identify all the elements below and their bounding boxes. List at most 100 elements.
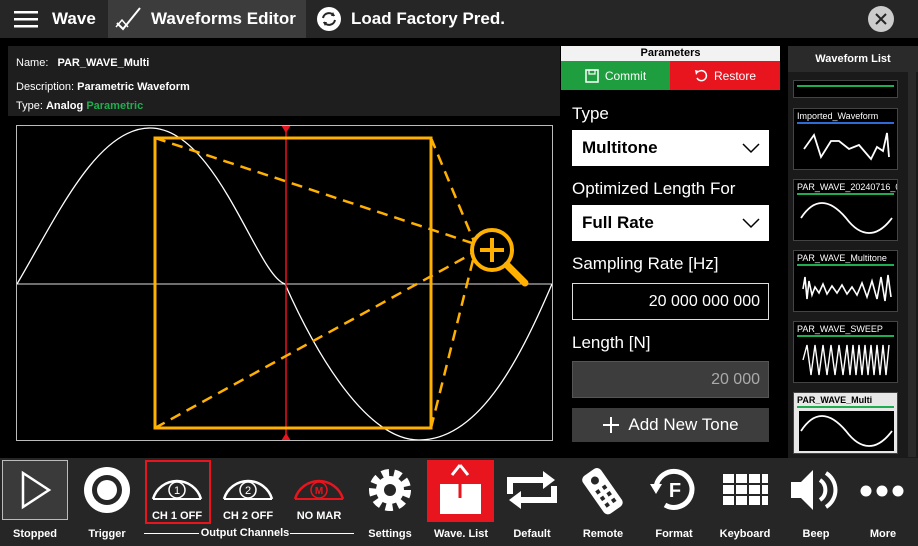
chevron-down-icon bbox=[742, 143, 760, 154]
format-letter: F bbox=[669, 480, 681, 502]
upload-icon bbox=[440, 464, 481, 514]
type-label: Type: bbox=[16, 100, 43, 112]
commit-label: Commit bbox=[604, 68, 647, 83]
item-color-bar bbox=[797, 85, 894, 87]
subtype-value: Parametric bbox=[86, 100, 144, 112]
beep-button[interactable]: Beep bbox=[781, 458, 851, 546]
ch1-label: CH 1 OFF bbox=[151, 510, 203, 522]
optimized-length-select[interactable]: Full Rate bbox=[572, 205, 769, 241]
marker-letter: M bbox=[315, 486, 323, 497]
chevron-down-icon bbox=[742, 218, 760, 229]
keyboard-label: Keyboard bbox=[719, 528, 771, 540]
refresh-icon bbox=[317, 7, 341, 31]
waveform-list-item[interactable]: PAR_WAVE_SWEEP bbox=[793, 321, 898, 383]
channel-2-number: 2 bbox=[245, 485, 251, 497]
type-value: Analog bbox=[45, 100, 84, 112]
name-label: Name: bbox=[16, 57, 49, 69]
type-row: Type: Analog Parametric bbox=[16, 100, 143, 112]
item-color-bar bbox=[797, 193, 894, 195]
remote-label: Remote bbox=[582, 528, 624, 540]
gear-icon bbox=[369, 469, 411, 511]
optimized-length-value: Full Rate bbox=[582, 213, 654, 232]
zoom-guides bbox=[154, 136, 477, 430]
top-bar: Wave Waveforms Editor Load Factory Pred. bbox=[0, 0, 918, 38]
zoom-region[interactable] bbox=[153, 136, 433, 430]
tab-editor-label: Waveforms Editor bbox=[151, 9, 296, 28]
stopped-frame bbox=[2, 460, 68, 520]
waveform-plot[interactable] bbox=[16, 125, 553, 441]
format-icon: F bbox=[650, 468, 695, 510]
close-button[interactable] bbox=[868, 6, 894, 32]
waveform-list-title: Waveform List bbox=[788, 46, 918, 72]
item-name: PAR_WAVE_Multi bbox=[797, 395, 873, 405]
stopped-label: Stopped bbox=[13, 528, 57, 540]
item-color-bar bbox=[797, 264, 894, 266]
speaker-icon bbox=[791, 470, 838, 510]
more-icon bbox=[860, 485, 904, 497]
settings-label: Settings bbox=[368, 528, 412, 540]
cursor-bottom-marker[interactable] bbox=[281, 433, 291, 441]
wave-label: Wave bbox=[52, 9, 96, 28]
tab-waveforms-editor[interactable]: Waveforms Editor bbox=[108, 0, 306, 38]
reload-icon bbox=[507, 471, 557, 509]
more-button[interactable]: More bbox=[848, 458, 918, 546]
remote-button[interactable]: Remote bbox=[568, 458, 638, 546]
description-value: Parametric Waveform bbox=[77, 81, 190, 93]
length-label: Length [N] bbox=[572, 333, 651, 352]
trigger-button[interactable]: Trigger bbox=[72, 458, 142, 546]
waveform-thumbnail bbox=[802, 274, 892, 302]
add-new-tone-button[interactable]: Add New Tone bbox=[572, 408, 769, 442]
waveform-thumbnail bbox=[800, 202, 893, 234]
waveform-list-item[interactable]: PAR_WAVE_Multitone bbox=[793, 250, 898, 312]
format-button[interactable]: F Format bbox=[639, 458, 709, 546]
settings-button[interactable]: Settings bbox=[355, 458, 425, 546]
length-input: 20 000 bbox=[572, 361, 769, 398]
optimized-length-label: Optimized Length For bbox=[572, 179, 736, 198]
remote-control-icon bbox=[582, 467, 623, 515]
beep-label: Beep bbox=[802, 528, 830, 540]
name-row: Name: PAR_WAVE_Multi bbox=[16, 57, 149, 69]
undo-icon bbox=[694, 69, 708, 81]
no-marker-label: NO MAR bbox=[296, 510, 342, 522]
sampling-rate-label: Sampling Rate [Hz] bbox=[572, 254, 719, 273]
marker-icon: M bbox=[293, 479, 345, 500]
commit-button[interactable]: Commit bbox=[561, 61, 670, 90]
zoom-in-icon[interactable] bbox=[470, 228, 529, 287]
default-button[interactable]: Default bbox=[497, 458, 567, 546]
waveform-thumbnail bbox=[802, 344, 890, 376]
cursor-top-marker[interactable] bbox=[281, 125, 291, 133]
item-color-bar bbox=[797, 122, 894, 124]
sampling-rate-input[interactable]: 20 000 000 000 bbox=[572, 283, 769, 320]
waveform-pen-icon bbox=[115, 7, 141, 31]
default-label: Default bbox=[513, 528, 551, 540]
stopped-button[interactable]: Stopped bbox=[0, 458, 70, 546]
hamburger-icon bbox=[14, 11, 38, 28]
restore-button[interactable]: Restore bbox=[670, 61, 780, 90]
waveform-thumbnail bbox=[803, 132, 890, 161]
waveform-list-item[interactable]: PAR_WAVE_20240716_0 bbox=[793, 179, 898, 241]
waveform-info-panel: Name: PAR_WAVE_Multi Description: Parame… bbox=[8, 46, 560, 116]
item-name: PAR_WAVE_SWEEP bbox=[797, 324, 883, 334]
output-channels-line-left bbox=[144, 533, 199, 534]
channel-2-icon: 2 bbox=[222, 479, 274, 500]
item-name: PAR_WAVE_20240716_0 bbox=[797, 182, 898, 192]
item-name: Imported_Waveform bbox=[797, 111, 879, 121]
waveform-thumbnail bbox=[799, 411, 894, 451]
bottom-toolbar: Stopped Trigger 1 CH 1 OFF 2 CH 2 OFF M … bbox=[0, 458, 918, 546]
close-icon bbox=[875, 13, 887, 25]
type-select[interactable]: Multitone bbox=[572, 130, 769, 166]
load-factory-label: Load Factory Pred. bbox=[351, 9, 505, 28]
load-factory-button[interactable]: Load Factory Pred. bbox=[316, 0, 516, 38]
keyboard-button[interactable]: Keyboard bbox=[710, 458, 780, 546]
waveform-list-scrollbar[interactable] bbox=[908, 72, 916, 457]
item-color-bar bbox=[797, 406, 894, 408]
wave-menu-button[interactable]: Wave bbox=[14, 0, 106, 38]
plus-icon bbox=[603, 417, 620, 433]
wave-list-button[interactable]: Wave. List bbox=[426, 458, 496, 546]
trigger-icon bbox=[84, 467, 130, 513]
waveform-list-item-selected[interactable]: PAR_WAVE_Multi bbox=[793, 392, 898, 454]
waveform-list-panel: Waveform List Imported_Waveform PAR_WAVE… bbox=[788, 46, 918, 458]
description-label: Description: bbox=[16, 81, 75, 93]
waveform-list-item[interactable]: Imported_Waveform bbox=[793, 108, 898, 170]
waveform-list-item[interactable] bbox=[793, 80, 898, 98]
